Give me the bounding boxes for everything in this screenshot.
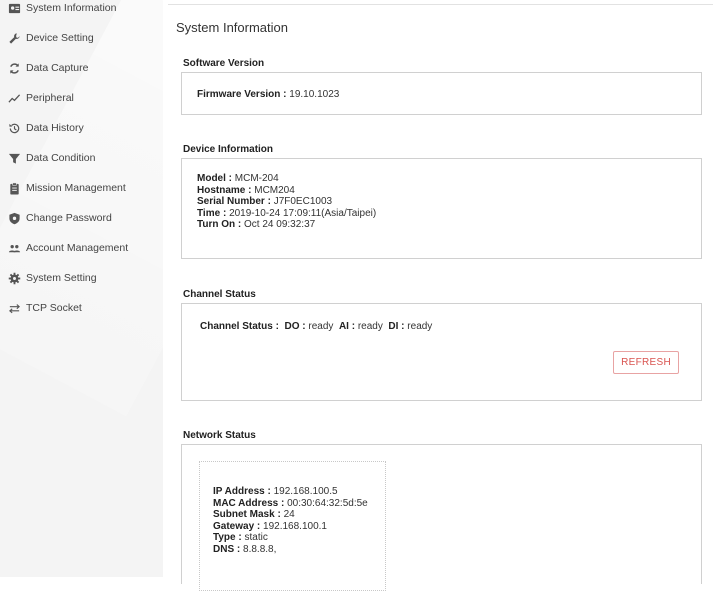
firmware-version-value: 19.10.1023 <box>289 89 340 100</box>
field-label: Subnet Mask : <box>213 509 281 520</box>
sidebar-item-label: Change Password <box>26 212 112 224</box>
di-label: DI : <box>388 321 405 332</box>
gear-icon <box>7 271 21 285</box>
device-serial-row: Serial Number : J7F0EC1003 <box>197 196 376 208</box>
di-value: ready <box>407 321 433 332</box>
network-status-heading: Network Status <box>183 430 256 441</box>
software-version-panel: Firmware Version : 19.10.1023 <box>181 72 702 115</box>
field-label: Time : <box>197 207 227 219</box>
divider <box>168 4 713 5</box>
firmware-version-label: Firmware Version : <box>197 89 287 100</box>
channel-status-panel: Channel Status : DO : ready AI : ready D… <box>181 303 702 401</box>
subnet-mask-row: Subnet Mask : 24 <box>213 509 368 521</box>
sidebar-item-label: Peripheral <box>26 92 74 104</box>
device-information-heading: Device Information <box>183 144 274 155</box>
sidebar: System Information Device Setting Data C… <box>0 0 163 577</box>
ai-value: ready <box>357 321 383 332</box>
do-value: ready <box>308 321 334 332</box>
field-label: Gateway : <box>213 520 261 532</box>
clipboard-icon <box>7 181 21 195</box>
field-value: 2019-10-24 17:09:11(Asia/Taipei) <box>229 207 377 219</box>
transfer-arrows-icon <box>7 301 21 315</box>
device-info-list: Model : MCM-204 Hostname : MCM204 Serial… <box>197 173 376 231</box>
field-value: Oct 24 09:32:37 <box>244 219 316 230</box>
ai-label: AI : <box>338 321 356 332</box>
field-label: Model : <box>197 173 232 184</box>
sidebar-item-device-setting[interactable]: Device Setting <box>0 24 163 52</box>
id-card-icon <box>7 1 21 15</box>
sidebar-item-mission-management[interactable]: Mission Management <box>0 174 163 202</box>
sidebar-item-data-condition[interactable]: Data Condition <box>0 144 163 172</box>
field-label: IP Address : <box>213 486 271 497</box>
field-value: 192.168.100.1 <box>263 520 327 532</box>
channel-status-label: Channel Status : <box>200 321 279 332</box>
ip-address-row: IP Address : 192.168.100.5 <box>213 486 368 498</box>
sidebar-item-system-information[interactable]: System Information <box>0 0 163 22</box>
shield-icon <box>7 211 21 225</box>
sidebar-item-data-capture[interactable]: Data Capture <box>0 54 163 82</box>
wrench-icon <box>7 31 21 45</box>
field-value: MCM-204 <box>234 173 279 184</box>
signal-wave-icon <box>7 91 21 105</box>
page-title: System Information <box>176 20 288 35</box>
field-value: 24 <box>283 509 295 520</box>
dns-row: DNS : 8.8.8.8, <box>213 544 368 556</box>
sidebar-item-label: Data Capture <box>26 62 89 74</box>
sidebar-item-label: Data History <box>26 122 84 134</box>
sidebar-item-label: Mission Management <box>26 182 126 194</box>
sidebar-item-label: Account Management <box>26 242 129 254</box>
channel-status-row: Channel Status : DO : ready AI : ready D… <box>200 321 432 333</box>
sidebar-item-label: TCP Socket <box>26 302 82 314</box>
device-model-row: Model : MCM-204 <box>197 173 376 185</box>
type-row: Type : static <box>213 532 368 544</box>
sidebar-item-label: System Information <box>26 2 117 14</box>
filter-icon <box>7 151 21 165</box>
field-label: Hostname : <box>197 184 252 196</box>
sidebar-item-change-password[interactable]: Change Password <box>0 204 163 232</box>
sidebar-item-label: Data Condition <box>26 152 96 164</box>
device-turn-on-row: Turn On : Oct 24 09:32:37 <box>197 219 376 231</box>
device-hostname-row: Hostname : MCM204 <box>197 185 376 197</box>
network-info-box: IP Address : 192.168.100.5 MAC Address :… <box>199 461 386 591</box>
channel-status-heading: Channel Status <box>183 289 256 300</box>
field-value: static <box>244 532 268 543</box>
do-label: DO : <box>284 321 306 332</box>
network-status-panel: IP Address : 192.168.100.5 MAC Address :… <box>181 444 702 591</box>
sidebar-item-account-management[interactable]: Account Management <box>0 234 163 262</box>
main-content: System Information Software Version Firm… <box>163 0 713 591</box>
users-icon <box>7 241 21 255</box>
sidebar-item-peripheral[interactable]: Peripheral <box>0 84 163 112</box>
refresh-cycle-icon <box>7 61 21 75</box>
gateway-row: Gateway : 192.168.100.1 <box>213 521 368 533</box>
refresh-button[interactable]: REFRESH <box>613 351 679 374</box>
field-value: 192.168.100.5 <box>273 486 338 497</box>
network-info-list: IP Address : 192.168.100.5 MAC Address :… <box>213 486 368 555</box>
field-value: 00:30:64:32:5d:5e <box>287 497 368 509</box>
sidebar-item-label: Device Setting <box>26 32 94 44</box>
field-label: MAC Address : <box>213 497 285 509</box>
sidebar-item-system-setting[interactable]: System Setting <box>0 264 163 292</box>
device-information-panel: Model : MCM-204 Hostname : MCM204 Serial… <box>181 158 702 259</box>
field-label: Turn On : <box>197 219 242 230</box>
field-label: Serial Number : <box>197 196 271 207</box>
history-icon <box>7 121 21 135</box>
field-label: DNS : <box>213 543 241 555</box>
field-label: Type : <box>213 532 242 543</box>
field-value: J7F0EC1003 <box>273 196 333 207</box>
sidebar-item-tcp-socket[interactable]: TCP Socket <box>0 294 163 322</box>
mac-address-row: MAC Address : 00:30:64:32:5d:5e <box>213 498 368 510</box>
field-value: MCM204 <box>254 184 295 196</box>
software-version-heading: Software Version <box>183 58 265 69</box>
field-value: 8.8.8.8, <box>243 543 277 555</box>
sidebar-item-label: System Setting <box>26 272 97 284</box>
sidebar-item-data-history[interactable]: Data History <box>0 114 163 142</box>
device-time-row: Time : 2019-10-24 17:09:11(Asia/Taipei) <box>197 208 376 220</box>
firmware-version-row: Firmware Version : 19.10.1023 <box>197 89 339 101</box>
